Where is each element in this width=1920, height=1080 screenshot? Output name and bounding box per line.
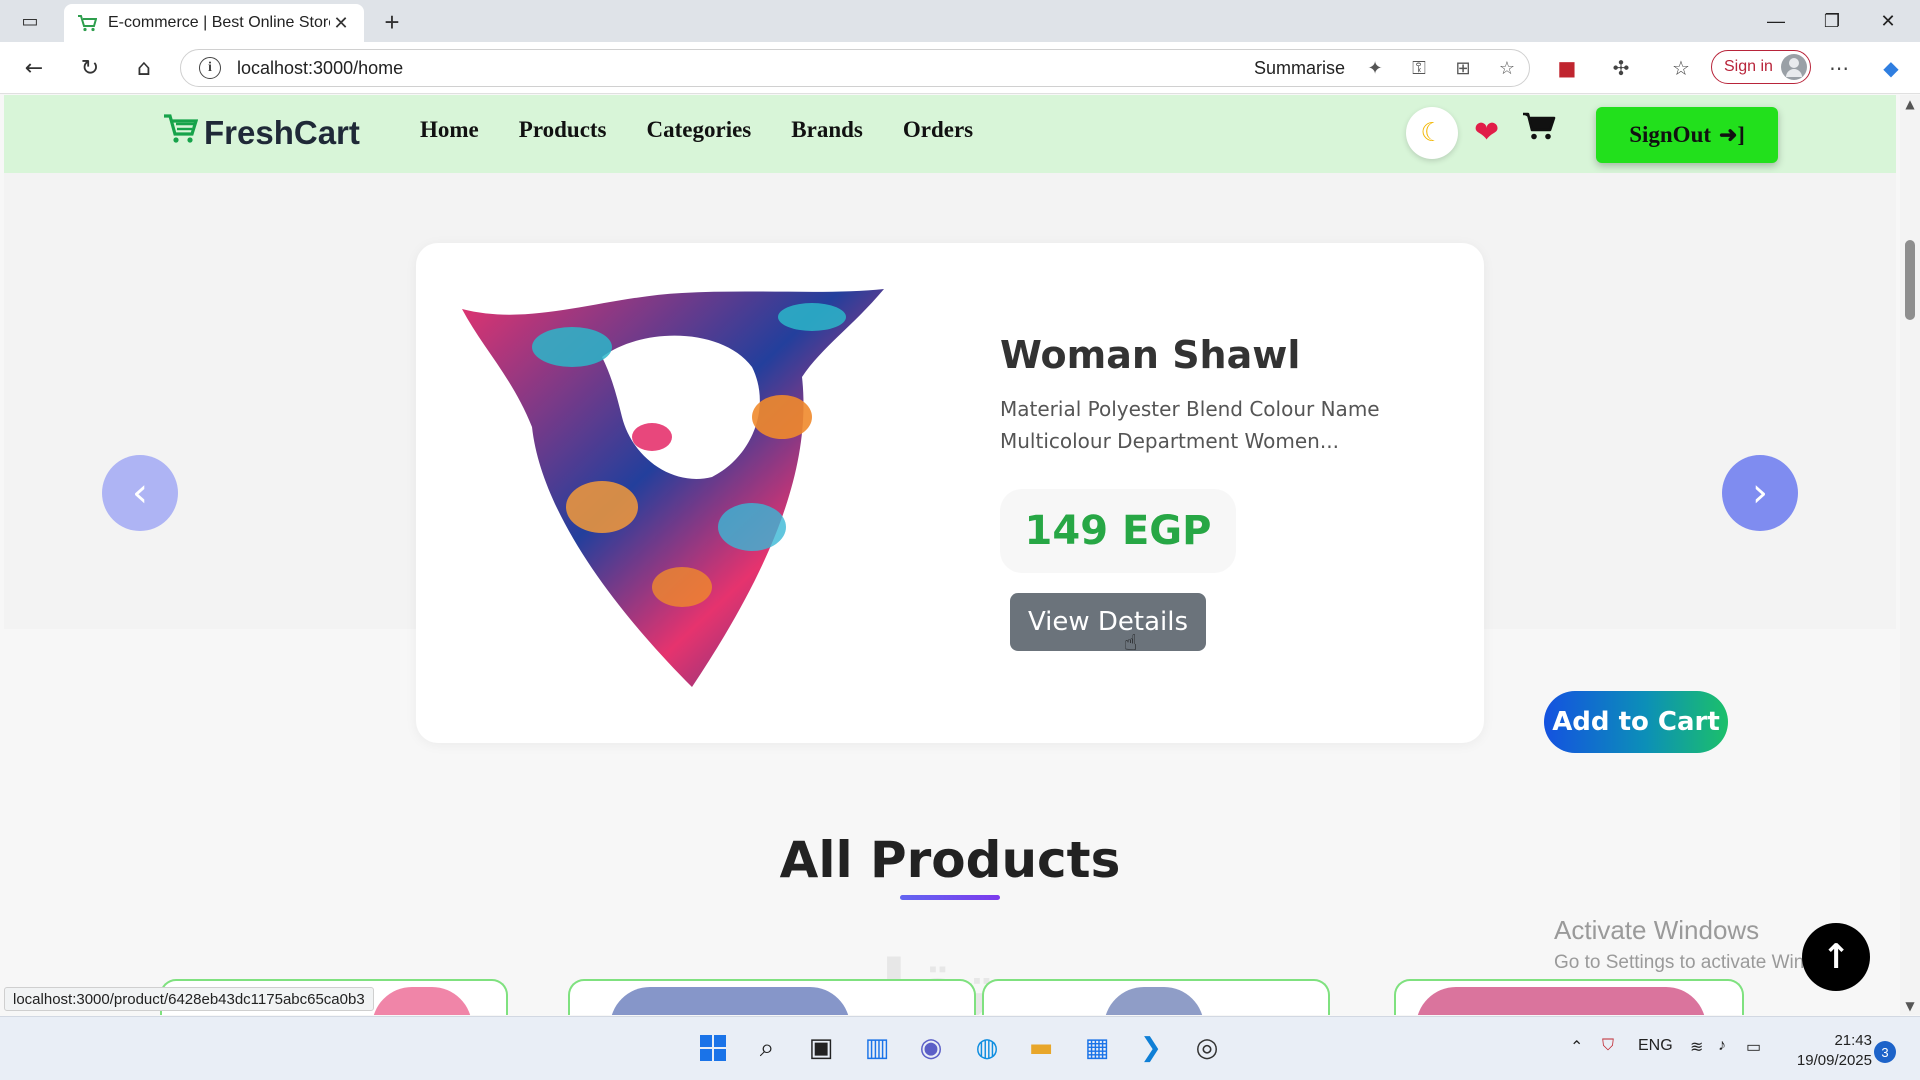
page-scrollbar[interactable]: ▲ ▼ [1900, 95, 1920, 1015]
vscode-icon[interactable]: ❯ [1134, 1031, 1168, 1065]
main-nav: Home Products Categories Brands Orders [420, 117, 1013, 143]
tab-actions-icon[interactable]: ▭ [12, 9, 48, 33]
product-card[interactable] [568, 979, 976, 1015]
scroll-up-arrow-icon[interactable]: ▲ [1904, 97, 1916, 111]
cart-favicon-icon [76, 12, 98, 34]
more-options-icon[interactable]: ⋯ [1824, 54, 1854, 82]
signout-button[interactable]: SignOut ➜] [1596, 107, 1778, 163]
product-card[interactable] [1394, 979, 1744, 1015]
url-text[interactable]: localhost:3000/home [237, 58, 1254, 79]
extensions-puzzle-icon[interactable]: ✣ [1606, 54, 1636, 82]
clock-time: 21:43 [1834, 1032, 1872, 1049]
page-viewport: FreshCart Home Products Categories Brand… [0, 95, 1900, 1015]
scroll-down-arrow-icon[interactable]: ▼ [1904, 999, 1916, 1013]
task-view-icon[interactable]: ▣ [804, 1031, 838, 1065]
battery-icon[interactable]: ▭ [1746, 1037, 1761, 1057]
scrollbar-thumb[interactable] [1905, 240, 1915, 320]
all-products-heading: All Products [779, 831, 1121, 889]
system-clock[interactable]: 21:43 19/09/2025 [1788, 1031, 1872, 1071]
slide-card: Woman Shawl Material Polyester Blend Col… [416, 243, 1484, 743]
teams-chat-icon[interactable]: ◉ [914, 1031, 948, 1065]
close-window-button[interactable]: ✕ [1860, 6, 1916, 36]
back-icon[interactable]: ← [18, 53, 50, 83]
address-bar[interactable]: i localhost:3000/home Summarise ✦ ⚿ ⊞ ☆ [180, 49, 1530, 87]
language-indicator[interactable]: ENG [1638, 1037, 1673, 1055]
address-bar-row: ← ↻ ⌂ i localhost:3000/home Summarise ✦ … [0, 42, 1920, 94]
product-card[interactable] [982, 979, 1330, 1015]
product-card-image [610, 987, 850, 1015]
scroll-to-top-button[interactable]: ↑ [1802, 923, 1870, 991]
notification-badge[interactable]: 3 [1874, 1041, 1896, 1063]
signout-label: SignOut [1629, 122, 1712, 147]
tray-chevron-icon[interactable]: ⌃ [1570, 1037, 1583, 1057]
product-description: Material Polyester Blend Colour Name Mul… [1000, 397, 1380, 453]
new-tab-button[interactable]: + [378, 7, 406, 37]
sign-in-arrow-icon: ➜] [1719, 122, 1745, 147]
browser-tab-active[interactable]: E-commerce | Best Online Store ✕ [64, 4, 364, 42]
tab-close-icon[interactable]: ✕ [330, 13, 352, 34]
copilot-summarise-icon[interactable]: ✦ [1353, 53, 1397, 83]
product-card-image [372, 987, 472, 1015]
edge-browser-icon[interactable]: ◍ [970, 1031, 1004, 1065]
nav-products[interactable]: Products [519, 117, 607, 143]
home-icon[interactable]: ⌂ [128, 53, 160, 83]
add-to-cart-button[interactable]: Add to Cart [1544, 691, 1728, 753]
nav-categories[interactable]: Categories [647, 117, 752, 143]
favorites-icon[interactable]: ☆ [1666, 54, 1696, 82]
profile-avatar-icon [1781, 54, 1807, 80]
brand-name: FreshCart [204, 114, 360, 151]
wifi-icon[interactable]: ≋ [1690, 1037, 1703, 1057]
view-details-button[interactable]: View Details [1010, 593, 1206, 651]
hand-cursor-icon: ☝ [1124, 631, 1138, 656]
security-shield-icon[interactable]: ⛉ [1602, 1037, 1614, 1055]
copilot-icon[interactable]: ◆ [1876, 54, 1906, 82]
app-available-icon[interactable]: ⊞ [1441, 53, 1485, 83]
favorite-star-icon[interactable]: ☆ [1485, 53, 1529, 83]
heading-underline [900, 895, 1000, 900]
search-icon[interactable]: ⌕ [750, 1031, 784, 1065]
nav-orders[interactable]: Orders [903, 117, 973, 143]
product-title: Woman Shawl [1000, 333, 1301, 377]
shopping-cart-icon[interactable] [1522, 111, 1556, 149]
product-card-image [1104, 987, 1204, 1015]
slider-next-button[interactable]: › [1722, 455, 1798, 531]
brand-logo[interactable]: FreshCart [162, 113, 360, 153]
nav-home[interactable]: Home [420, 117, 479, 143]
slider-prev-button[interactable]: ‹ [102, 455, 178, 531]
microsoft-store-icon[interactable]: ▦ [1080, 1031, 1114, 1065]
chrome-icon[interactable]: ◎ [1190, 1031, 1224, 1065]
extension-icon[interactable]: ■ [1552, 54, 1582, 82]
product-price: 149 EGP [1000, 489, 1236, 573]
moon-icon: ☾ [1420, 118, 1444, 148]
volume-icon[interactable]: ♪ [1718, 1037, 1726, 1055]
product-shawl-image [462, 289, 884, 687]
sign-in-label: Sign in [1724, 58, 1773, 75]
windows-start-icon[interactable] [696, 1031, 730, 1065]
dark-mode-toggle[interactable]: ☾ [1406, 107, 1458, 159]
nav-brands[interactable]: Brands [791, 117, 863, 143]
arrow-up-icon: ↑ [1821, 937, 1851, 977]
clock-date: 19/09/2025 [1796, 1052, 1872, 1069]
file-explorer-icon[interactable]: ▬ [1024, 1031, 1058, 1065]
restore-button[interactable]: ❐ [1804, 6, 1860, 36]
browser-sign-in-button[interactable]: Sign in [1711, 50, 1811, 84]
site-navbar: FreshCart Home Products Categories Brand… [4, 95, 1896, 173]
windows-taskbar: ⌕ ▣ ▥ ◉ ◍ ▬ ▦ ❯ ◎ ⌃ ⛉ ENG ≋ ♪ ▭ 21:43 19… [0, 1016, 1920, 1080]
browser-tab-strip: ▭ E-commerce | Best Online Store ✕ + — ❐… [0, 0, 1920, 42]
link-status-bar: localhost:3000/product/6428eb43dc1175abc… [4, 987, 374, 1011]
summarise-label[interactable]: Summarise [1254, 58, 1345, 79]
brand-cart-icon [162, 113, 199, 153]
product-card-image [1416, 987, 1706, 1015]
key-icon[interactable]: ⚿ [1397, 53, 1441, 83]
minimize-button[interactable]: — [1748, 6, 1804, 36]
widgets-icon[interactable]: ▥ [860, 1031, 894, 1065]
refresh-icon[interactable]: ↻ [74, 53, 106, 83]
tab-title: E-commerce | Best Online Store [108, 14, 330, 31]
site-info-icon[interactable]: i [199, 57, 221, 79]
wishlist-heart-icon[interactable]: ❤ [1474, 115, 1499, 150]
